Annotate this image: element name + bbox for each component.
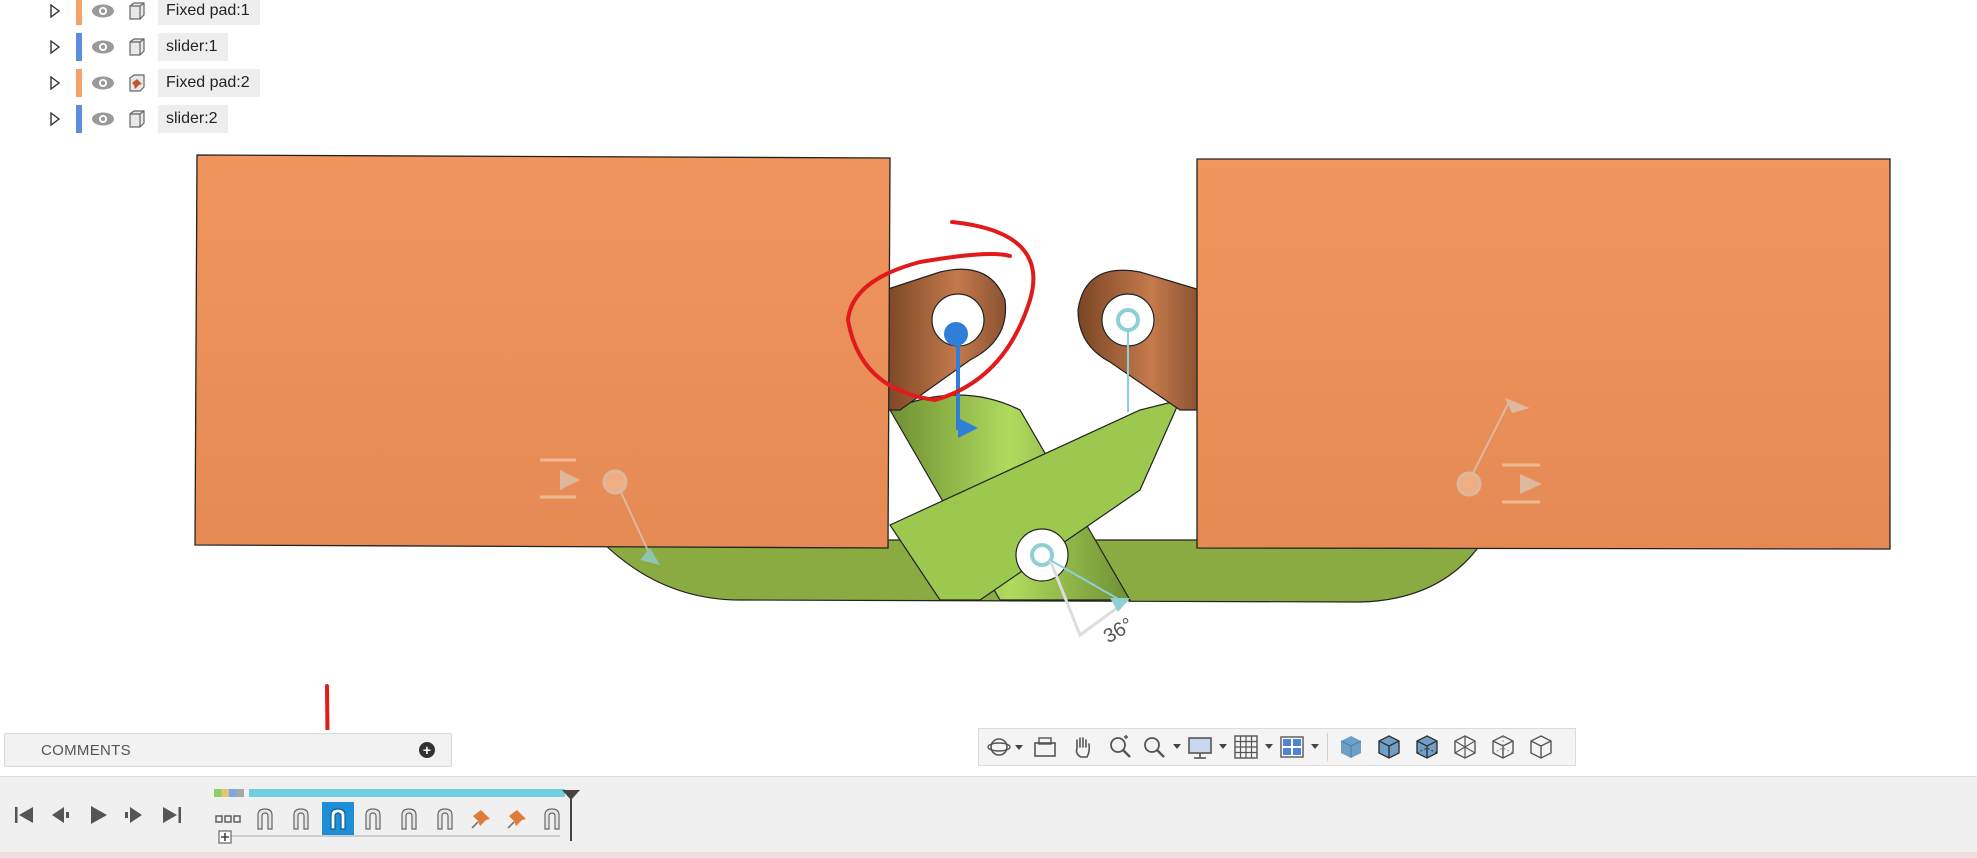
pan-icon[interactable] xyxy=(1063,732,1101,762)
expand-arrow-icon[interactable] xyxy=(50,76,62,90)
red-arrow-annotation xyxy=(325,684,330,730)
right-hinge[interactable] xyxy=(1077,269,1201,412)
grid-icon[interactable] xyxy=(1231,732,1277,762)
timeline-history-strip xyxy=(214,789,244,797)
tree-item-label: slider:2 xyxy=(166,110,218,127)
play-icon[interactable] xyxy=(86,803,110,827)
joint-icon[interactable] xyxy=(537,805,567,833)
timeline-marker-cap[interactable] xyxy=(562,787,580,800)
display-settings-icon[interactable] xyxy=(1185,732,1231,762)
browser-tree: Fixed pad:1 slider:1 Fixed pad:2 slider:… xyxy=(0,0,300,140)
joint-icon[interactable] xyxy=(394,805,424,833)
step-forward-icon[interactable] xyxy=(122,803,146,827)
tree-item-fixed-pad-2[interactable]: Fixed pad:2 xyxy=(50,69,260,97)
skip-end-icon[interactable] xyxy=(160,803,184,827)
timeline-group-icon[interactable] xyxy=(213,805,243,833)
component-icon xyxy=(124,0,148,22)
step-back-icon[interactable] xyxy=(48,803,72,827)
visibility-eye-icon[interactable] xyxy=(90,73,116,93)
expand-arrow-icon[interactable] xyxy=(50,112,62,126)
joint-icon-selected[interactable] xyxy=(322,802,354,836)
component-icon xyxy=(124,108,148,130)
shaded-edges-icon[interactable] xyxy=(1370,732,1408,762)
visibility-eye-icon[interactable] xyxy=(90,109,116,129)
shaded-icon[interactable] xyxy=(1332,732,1370,762)
component-color-bar xyxy=(76,0,82,25)
skip-start-icon[interactable] xyxy=(12,803,36,827)
expand-arrow-icon[interactable] xyxy=(50,4,62,18)
look-at-icon[interactable] xyxy=(1027,732,1063,762)
tree-item-slider-1[interactable]: slider:1 xyxy=(50,33,228,61)
fixed-pad-1[interactable] xyxy=(194,154,891,549)
tree-item-label: Fixed pad:1 xyxy=(166,2,250,19)
navigation-toolbar xyxy=(978,728,1576,766)
angle-label: 36° xyxy=(1100,614,1137,648)
ground-pin-icon[interactable] xyxy=(502,805,532,833)
orbit-icon[interactable] xyxy=(983,732,1027,762)
status-strip xyxy=(0,852,1977,858)
ground-pin-icon[interactable] xyxy=(466,805,496,833)
component-color-bar xyxy=(76,33,82,61)
component-icon xyxy=(124,36,148,58)
timeline-progress-bar xyxy=(249,789,565,797)
joint-icon[interactable] xyxy=(358,805,388,833)
viewports-icon[interactable] xyxy=(1277,732,1323,762)
left-hinge[interactable] xyxy=(884,268,1007,411)
shaded-hidden-edges-icon[interactable] xyxy=(1408,732,1446,762)
joint-icon[interactable] xyxy=(250,805,280,833)
comments-panel[interactable]: COMMENTS + xyxy=(4,733,452,767)
toolbar-separator xyxy=(1327,733,1328,761)
wireframe-icon[interactable] xyxy=(1446,732,1484,762)
component-color-bar xyxy=(76,69,82,97)
component-color-bar xyxy=(76,105,82,133)
fit-icon[interactable] xyxy=(1139,732,1185,762)
visibility-eye-icon[interactable] xyxy=(90,37,116,57)
wireframe-hidden-icon[interactable] xyxy=(1484,732,1522,762)
visibility-eye-icon[interactable] xyxy=(90,1,116,21)
timeline-expand-icon[interactable] xyxy=(218,830,232,844)
tree-item-label: Fixed pad:2 xyxy=(166,74,250,91)
tree-item-fixed-pad-1[interactable]: Fixed pad:1 xyxy=(50,0,260,25)
component-pinned-icon xyxy=(124,72,148,94)
joint-icon[interactable] xyxy=(286,805,316,833)
tree-item-slider-2[interactable]: slider:2 xyxy=(50,105,228,133)
wireframe-visible-icon[interactable] xyxy=(1522,732,1560,762)
timeline-ruler xyxy=(230,835,560,837)
zoom-icon[interactable] xyxy=(1101,732,1139,762)
add-comment-button[interactable]: + xyxy=(419,742,435,758)
joint-icon[interactable] xyxy=(430,805,460,833)
timeline xyxy=(0,776,1977,853)
expand-arrow-icon[interactable] xyxy=(50,40,62,54)
fixed-pad-2[interactable] xyxy=(1196,158,1891,550)
tree-item-label: slider:1 xyxy=(166,38,218,55)
comments-title: COMMENTS xyxy=(41,741,131,759)
model-viewport[interactable]: 36° xyxy=(0,130,1977,730)
